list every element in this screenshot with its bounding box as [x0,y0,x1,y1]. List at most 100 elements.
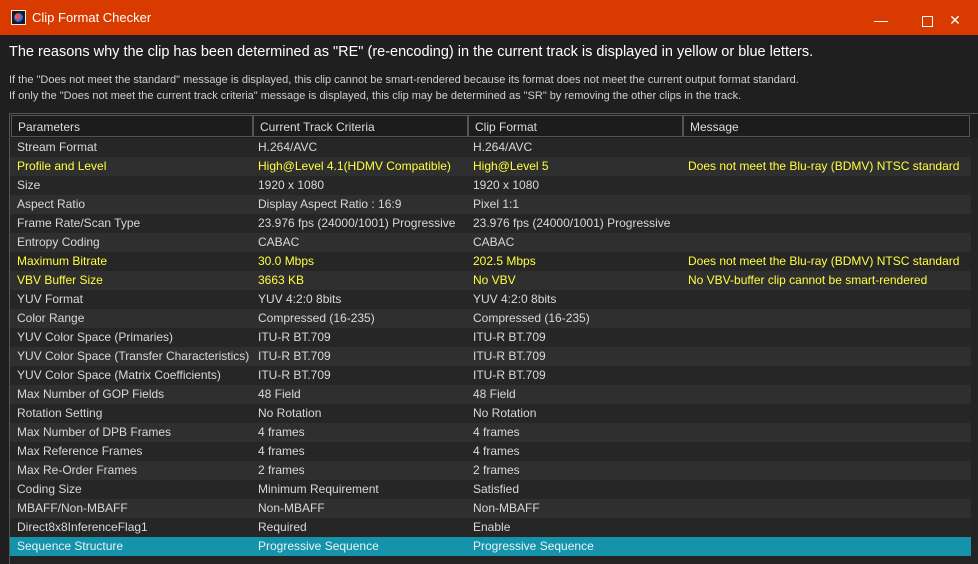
cell-parameter: Max Number of GOP Fields [17,387,165,401]
table-row[interactable]: Frame Rate/Scan Type 23.976 fps (24000/10… [10,214,971,233]
col-header-clip-format[interactable]: Clip Format [468,115,683,137]
cell-criteria: ITU-R BT.709 [258,330,331,344]
note-standard: If the "Does not meet the standard" mess… [9,74,799,86]
cell-message [688,404,973,423]
title-bar[interactable]: Clip Format Checker — ✕ [0,0,978,35]
table-row[interactable]: Rotation Setting No Rotation No Rotation [10,404,971,423]
cell-criteria: Required [258,520,307,534]
cell-clip-format: 2 frames [473,463,520,477]
table-header: Parameters Current Track Criteria Clip F… [10,114,978,138]
cell-criteria: 3663 KB [258,273,305,287]
cell-parameter: YUV Format [17,292,84,306]
cell-clip-format: No VBV [473,273,516,287]
cell-parameter: Frame Rate/Scan Type [17,216,141,230]
cell-message [688,366,973,385]
cell-message [688,290,973,309]
table-row[interactable]: Coding Size Minimum Requirement Satisfied [10,480,971,499]
cell-parameter: Size [17,178,41,192]
table-row[interactable]: Max Number of DPB Frames 4 frames 4 frames [10,423,971,442]
cell-criteria: 48 Field [258,387,301,401]
cell-message [688,499,973,518]
table-row[interactable]: Max Re-Order Frames 2 frames 2 frames [10,461,971,480]
table-row[interactable]: MBAFF/Non-MBAFF Non-MBAFF Non-MBAFF [10,499,971,518]
cell-clip-format: Satisfied [473,482,520,496]
table-row[interactable]: Max Number of GOP Fields 48 Field 48 Field [10,385,971,404]
table-row[interactable]: YUV Format YUV 4:2:0 8bits YUV 4:2:0 8bits [10,290,971,309]
cell-clip-format: No Rotation [473,406,537,420]
cell-clip-format: Enable [473,520,511,534]
cell-parameter: Coding Size [17,482,82,496]
maximize-icon [921,15,933,27]
cell-criteria: 30.0 Mbps [258,254,315,268]
cell-message: No VBV-buffer clip cannot be smart-rende… [688,273,928,287]
cell-clip-format: ITU-R BT.709 [473,368,546,382]
cell-message [688,442,973,461]
window-title: Clip Format Checker [32,10,152,25]
cell-criteria: Non-MBAFF [258,501,325,515]
close-button[interactable]: ✕ [932,5,978,35]
cell-message [688,518,973,537]
cell-criteria: Display Aspect Ratio : 16:9 [258,197,402,211]
cell-criteria: 23.976 fps (24000/1001) Progressive [258,216,456,230]
cell-clip-format: 23.976 fps (24000/1001) Progressive [473,216,671,230]
table-row[interactable]: YUV Color Space (Transfer Characteristic… [10,347,971,366]
table-row[interactable]: Size 1920 x 1080 1920 x 1080 [10,176,971,195]
minimize-button[interactable]: — [858,5,904,35]
cell-clip-format: ITU-R BT.709 [473,330,546,344]
cell-criteria: CABAC [258,235,300,249]
cell-message [688,214,973,233]
format-table[interactable]: Parameters Current Track Criteria Clip F… [9,113,978,564]
cell-message [688,176,973,195]
cell-message [688,537,973,556]
cell-message [688,309,973,328]
table-row[interactable]: VBV Buffer Size 3663 KB No VBV No VBV-buffe… [10,271,971,290]
cell-message [688,423,973,442]
cell-parameter: Max Reference Frames [17,444,143,458]
cell-clip-format: Pixel 1:1 [473,197,520,211]
cell-parameter: Aspect Ratio [17,197,86,211]
cell-criteria: YUV 4:2:0 8bits [258,292,342,306]
cell-parameter: Color Range [17,311,85,325]
cell-message [688,347,973,366]
cell-criteria: ITU-R BT.709 [258,349,331,363]
table-row[interactable]: Maximum Bitrate 30.0 Mbps 202.5 Mbps Does n… [10,252,971,271]
cell-parameter: Profile and Level [17,159,107,173]
cell-message [688,195,973,214]
table-row[interactable]: Aspect Ratio Display Aspect Ratio : 16:9 P… [10,195,971,214]
headline: The reasons why the clip has been determ… [9,44,814,60]
cell-parameter: Direct8x8InferenceFlag1 [17,520,148,534]
col-header-parameters[interactable]: Parameters [11,115,253,137]
table-row[interactable]: Color Range Compressed (16-235) Compressed… [10,309,971,328]
col-header-message[interactable]: Message [683,115,970,137]
cell-criteria: No Rotation [258,406,322,420]
cell-criteria: Minimum Requirement [258,482,379,496]
cell-clip-format: Non-MBAFF [473,501,540,515]
cell-criteria: H.264/AVC [258,140,318,154]
cell-clip-format: H.264/AVC [473,140,533,154]
cell-parameter: Rotation Setting [17,406,103,420]
cell-parameter: Stream Format [17,140,98,154]
cell-criteria: 2 frames [258,463,305,477]
table-row[interactable]: Direct8x8InferenceFlag1 Required Enable [10,518,971,537]
cell-criteria: 4 frames [258,425,305,439]
note-track-criteria: If only the "Does not meet the current t… [9,90,742,102]
cell-clip-format: 4 frames [473,444,520,458]
cell-clip-format: CABAC [473,235,515,249]
table-row[interactable]: YUV Color Space (Primaries) ITU-R BT.709 I… [10,328,971,347]
cell-clip-format: 4 frames [473,425,520,439]
col-header-criteria[interactable]: Current Track Criteria [253,115,468,137]
cell-message [688,385,973,404]
table-row[interactable]: Max Reference Frames 4 frames 4 frames [10,442,971,461]
cell-clip-format: 202.5 Mbps [473,254,536,268]
cell-parameter: YUV Color Space (Matrix Coefficients) [17,368,221,382]
cell-criteria: Compressed (16-235) [258,311,375,325]
cell-clip-format: Compressed (16-235) [473,311,590,325]
table-row[interactable]: YUV Color Space (Matrix Coefficients) ITU… [10,366,971,385]
table-row[interactable]: Entropy Coding CABAC CABAC [10,233,971,252]
table-row[interactable]: Stream Format H.264/AVC H.264/AVC [10,138,971,157]
cell-message: Does not meet the Blu-ray (BDMV) NTSC st… [688,159,960,173]
cell-parameter: YUV Color Space (Primaries) [17,330,174,344]
table-row[interactable]: Sequence Structure Progressive Sequence Pr… [10,537,971,556]
cell-parameter: MBAFF/Non-MBAFF [17,501,128,515]
table-row[interactable]: Profile and Level High@Level 4.1(HDMV Com… [10,157,971,176]
